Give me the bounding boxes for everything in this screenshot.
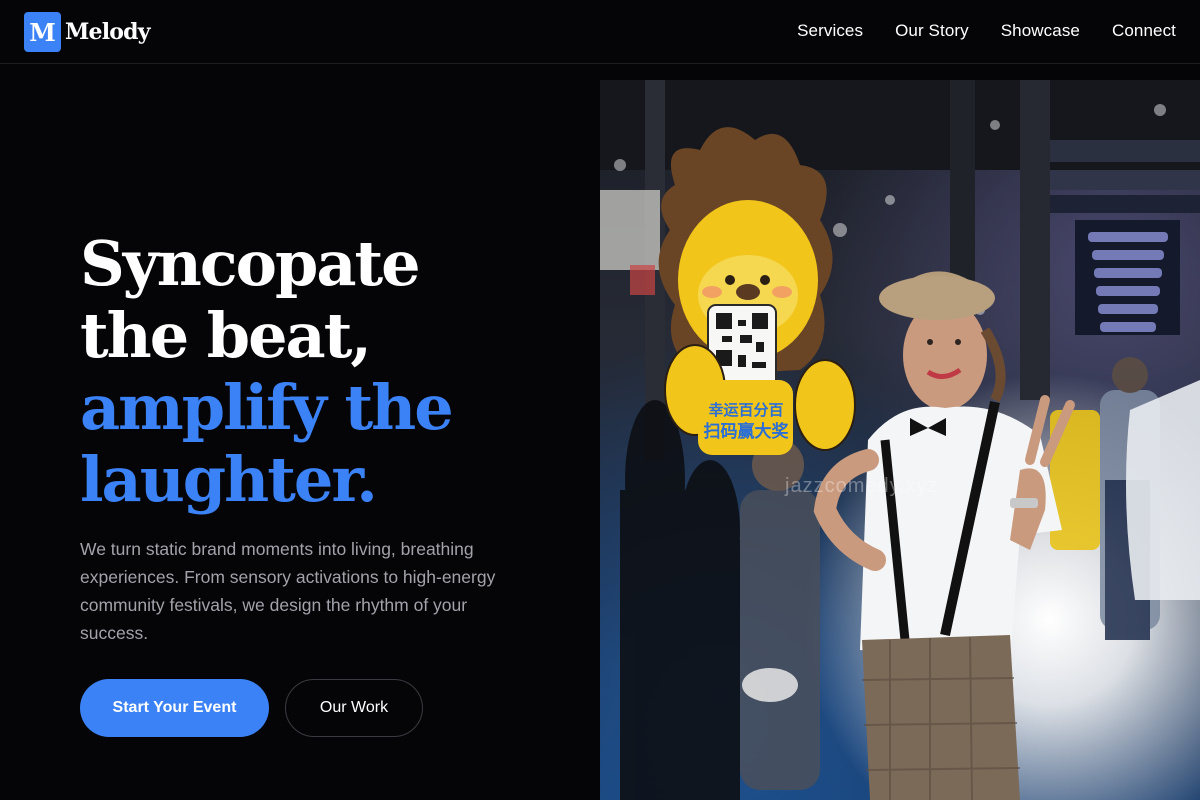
- start-event-button[interactable]: Start Your Event: [80, 679, 269, 737]
- nav-connect[interactable]: Connect: [1112, 21, 1176, 41]
- nav-services[interactable]: Services: [797, 21, 863, 41]
- nav-our-story[interactable]: Our Story: [895, 21, 969, 41]
- logo-badge: M: [24, 12, 61, 52]
- hero-subtext: We turn static brand moments into living…: [80, 539, 496, 643]
- headline-line-4: laughter.: [80, 443, 378, 516]
- brand-name: Melody: [65, 19, 151, 45]
- sign-text-line-1: 幸运百分百: [708, 401, 783, 419]
- sign-text-line-2: 扫码赢大奖: [704, 421, 790, 442]
- hero-photo: 幸运百分百 扫码赢大奖 jazzcomedy.xyz: [600, 80, 1200, 800]
- headline-line-3: amplify the: [80, 371, 454, 444]
- headline-line-2: the beat,: [80, 299, 372, 372]
- image-watermark: jazzcomedy.xyz: [785, 475, 939, 497]
- our-work-button[interactable]: Our Work: [285, 679, 423, 737]
- site-header: M Melody Services Our Story Showcase Con…: [0, 0, 1200, 64]
- main-nav: Services Our Story Showcase Connect: [797, 21, 1176, 41]
- brand-logo[interactable]: M Melody: [24, 12, 151, 52]
- nav-showcase[interactable]: Showcase: [1001, 21, 1080, 41]
- headline-line-1: Syncopate: [80, 227, 421, 300]
- hero-headline: Syncopate the beat, amplify the laughter…: [80, 227, 454, 516]
- hero-photo-illustration: 幸运百分百 扫码赢大奖: [600, 80, 1200, 800]
- lion-sign: 幸运百分百 扫码赢大奖: [658, 127, 856, 455]
